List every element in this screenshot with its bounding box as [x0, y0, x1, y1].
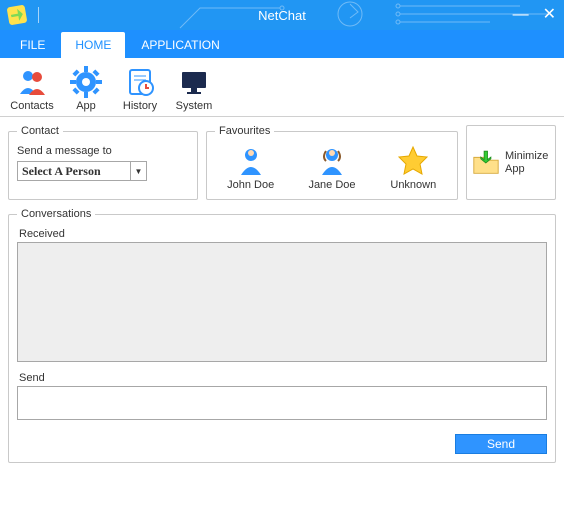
tab-application[interactable]: APPLICATION [127, 32, 233, 58]
favourite-john[interactable]: John Doe [216, 145, 286, 191]
conversations-legend: Conversations [17, 208, 95, 220]
send-input[interactable] [17, 386, 547, 420]
contact-legend: Contact [17, 125, 63, 137]
favourite-label: Unknown [390, 179, 436, 191]
ribbon-contacts[interactable]: Contacts [8, 64, 56, 114]
favourite-unknown[interactable]: Unknown [378, 145, 448, 191]
monitor-icon [178, 66, 210, 98]
contact-group: Contact Send a message to Select A Perso… [8, 125, 198, 200]
received-label: Received [19, 228, 547, 240]
contacts-icon [16, 66, 48, 98]
ribbon-history-label: History [123, 100, 157, 112]
tab-home[interactable]: HOME [61, 32, 125, 58]
gear-icon [70, 66, 102, 98]
ribbon-contacts-label: Contacts [10, 100, 53, 112]
favourite-jane[interactable]: Jane Doe [297, 145, 367, 191]
recipient-select-value: Select A Person [18, 164, 130, 179]
favourites-group: Favourites John Doe Jane Doe [206, 125, 458, 200]
chevron-down-icon: ▼ [130, 162, 146, 180]
recipient-select[interactable]: Select A Person ▼ [17, 161, 147, 181]
ribbon-system[interactable]: System [170, 64, 218, 114]
avatar-male-icon [235, 145, 267, 177]
window-title: NetChat [0, 8, 564, 23]
ribbon-system-label: System [176, 100, 213, 112]
favourite-label: Jane Doe [308, 179, 355, 191]
avatar-female-icon [316, 145, 348, 177]
star-icon [397, 145, 429, 177]
send-button[interactable]: Send [455, 434, 547, 454]
folder-arrow-icon [471, 148, 501, 178]
history-icon [124, 66, 156, 98]
minimize-app-button[interactable]: MinimizeApp [466, 125, 556, 200]
send-label: Send [19, 372, 547, 384]
received-area [17, 242, 547, 362]
tab-file[interactable]: FILE [6, 32, 59, 58]
conversations-group: Conversations Received Send Send [8, 208, 556, 463]
ribbon-app[interactable]: App [62, 64, 110, 114]
contact-hint: Send a message to [17, 145, 189, 157]
ribbon-app-label: App [76, 100, 96, 112]
favourite-label: John Doe [227, 179, 274, 191]
favourites-legend: Favourites [215, 125, 274, 137]
ribbon-history[interactable]: History [116, 64, 164, 114]
minimize-app-label: MinimizeApp [505, 150, 548, 176]
